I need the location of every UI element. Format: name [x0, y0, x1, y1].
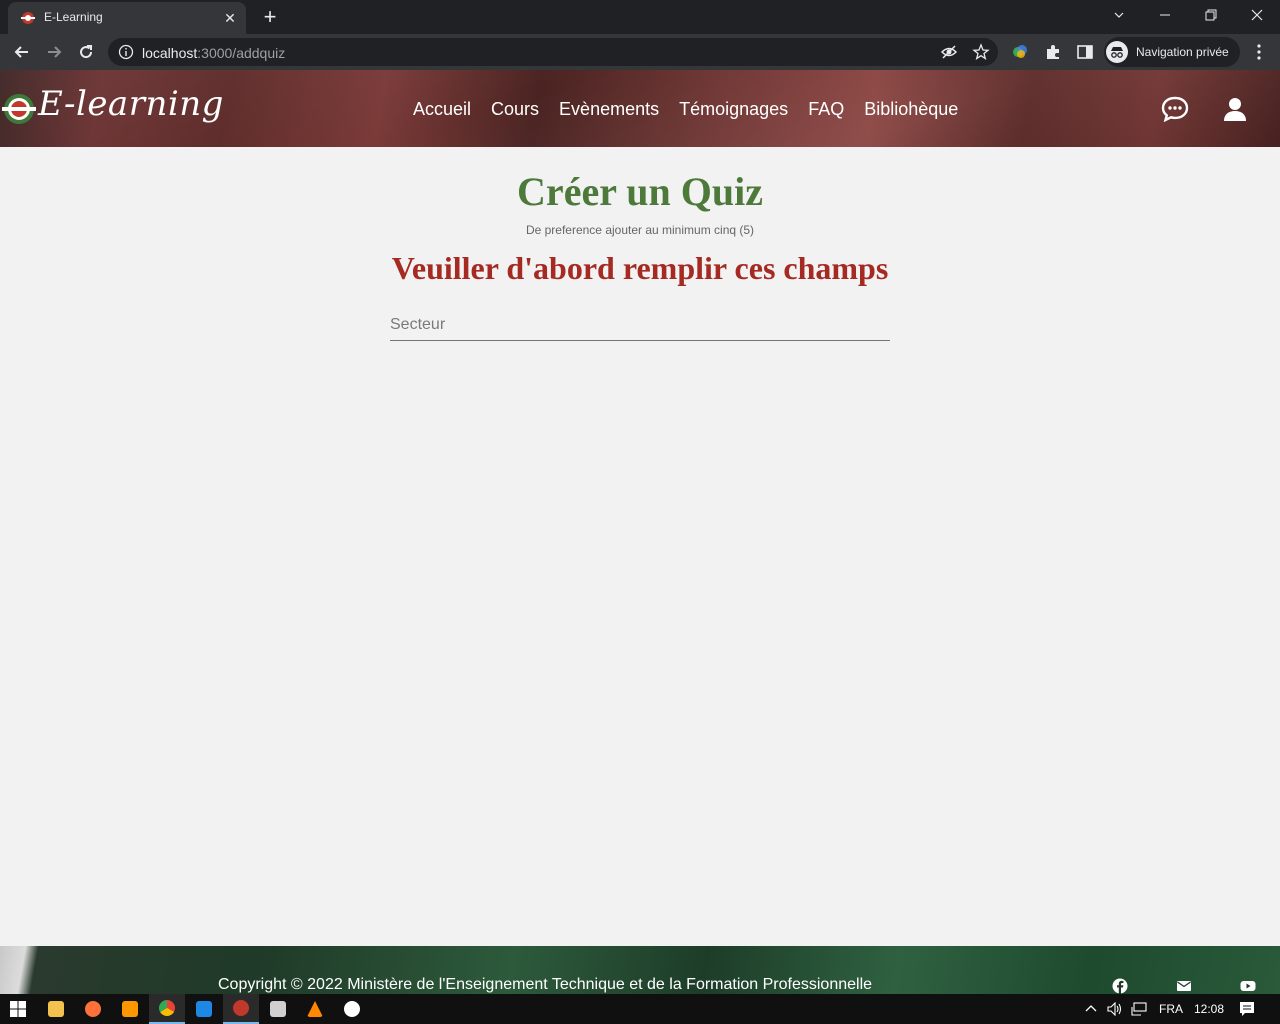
eye-off-icon[interactable]: [940, 43, 958, 61]
close-window-button[interactable]: [1234, 0, 1280, 30]
logo-text[interactable]: E-learning: [38, 84, 224, 124]
tab-close-icon[interactable]: ✕: [220, 8, 240, 28]
secteur-input[interactable]: [390, 314, 890, 336]
url-host: localhost: [142, 45, 198, 61]
language-indicator[interactable]: FRA: [1159, 1002, 1183, 1016]
elearning-app-icon: [233, 1000, 249, 1016]
youtube-icon[interactable]: [1240, 978, 1256, 994]
page-title: Créer un Quiz: [517, 169, 763, 214]
address-bar[interactable]: localhost:3000/addquiz: [108, 38, 998, 66]
secteur-field: [390, 310, 890, 341]
incognito-profile-button[interactable]: Navigation privée: [1104, 37, 1240, 67]
taskbar-elearning[interactable]: [223, 994, 259, 1024]
new-tab-button[interactable]: +: [256, 4, 284, 30]
nav-link-temoignages[interactable]: Témoignages: [679, 99, 788, 120]
clock[interactable]: 12:08: [1194, 1002, 1224, 1016]
back-button[interactable]: [8, 38, 36, 66]
main-nav: Accueil Cours Evènements Témoignages FAQ…: [413, 99, 958, 120]
nav-link-cours[interactable]: Cours: [491, 99, 539, 120]
site-header: E-learning Accueil Cours Evènements Témo…: [0, 70, 1280, 147]
facebook-icon[interactable]: [1112, 978, 1128, 994]
taskbar-vlc[interactable]: [297, 994, 333, 1024]
browser-tab[interactable]: E-Learning ✕: [8, 2, 246, 34]
browser-toolbar: localhost:3000/addquiz Navigation privée: [0, 34, 1280, 70]
section-title: Veuiller d'abord remplir ces champs: [391, 250, 889, 286]
notifications-icon[interactable]: [1239, 1001, 1255, 1017]
firefox-icon: [85, 1001, 101, 1017]
url-path: :3000/addquiz: [197, 45, 286, 61]
browser-menu-icon[interactable]: [1250, 42, 1268, 62]
browser-tabbar: E-Learning ✕ +: [0, 0, 1280, 34]
tab-search-icon[interactable]: [1096, 0, 1142, 30]
taskbar-explorer[interactable]: [38, 994, 74, 1024]
nav-link-evenements[interactable]: Evènements: [559, 99, 659, 120]
taskbar-app[interactable]: [334, 994, 370, 1024]
taskbar-chrome[interactable]: [149, 994, 185, 1024]
nav-link-bibliotheque[interactable]: Bibliohèque: [864, 99, 958, 120]
app-icon: [344, 1001, 360, 1017]
side-panel-icon[interactable]: [1076, 43, 1094, 61]
arrow-left-icon: [14, 46, 28, 58]
extension-color-icon[interactable]: [1011, 43, 1029, 61]
chrome-icon: [159, 1000, 175, 1016]
folder-icon: [48, 1001, 64, 1017]
page-subtitle: De preference ajouter au minimum cinq (5…: [525, 223, 755, 237]
extensions-puzzle-icon[interactable]: [1044, 43, 1062, 61]
chat-icon[interactable]: [1161, 96, 1189, 122]
start-button[interactable]: [0, 994, 36, 1024]
taskbar-calculator[interactable]: [260, 994, 296, 1024]
mail-icon[interactable]: [1176, 978, 1192, 994]
tab-title: E-Learning: [44, 10, 103, 24]
forward-button[interactable]: [40, 38, 68, 66]
taskbar-sublime[interactable]: [112, 994, 148, 1024]
sublime-icon: [122, 1001, 138, 1017]
site-footer: Copyright © 2022 Ministère de l'Enseigne…: [0, 946, 1280, 994]
incognito-icon: [1106, 41, 1128, 63]
info-icon[interactable]: [118, 44, 134, 60]
logo-emblem-icon[interactable]: [2, 92, 36, 126]
taskbar-vscode[interactable]: [186, 994, 222, 1024]
reload-icon: [80, 45, 93, 59]
minimize-button[interactable]: [1142, 0, 1188, 30]
chevron-up-icon[interactable]: [1085, 1003, 1097, 1015]
reload-button[interactable]: [72, 38, 100, 66]
site-favicon-icon: [21, 12, 35, 24]
arrow-right-icon: [48, 46, 62, 58]
profile-label: Navigation privée: [1136, 45, 1229, 59]
vlc-icon: [307, 1001, 323, 1017]
star-icon[interactable]: [972, 43, 990, 61]
nav-link-accueil[interactable]: Accueil: [413, 99, 471, 120]
url-text: localhost:3000/addquiz: [142, 45, 285, 61]
user-icon[interactable]: [1221, 96, 1249, 122]
vscode-icon: [196, 1001, 212, 1017]
calculator-icon: [270, 1001, 286, 1017]
windows-logo-icon: [10, 1001, 26, 1017]
footer-copyright: Copyright © 2022 Ministère de l'Enseigne…: [218, 976, 873, 993]
network-icon[interactable]: [1131, 1002, 1147, 1016]
restore-button[interactable]: [1188, 0, 1234, 30]
taskbar-firefox[interactable]: [75, 994, 111, 1024]
os-taskbar: FRA 12:08: [0, 994, 1280, 1024]
nav-link-faq[interactable]: FAQ: [808, 99, 844, 120]
volume-icon[interactable]: [1107, 1002, 1123, 1016]
